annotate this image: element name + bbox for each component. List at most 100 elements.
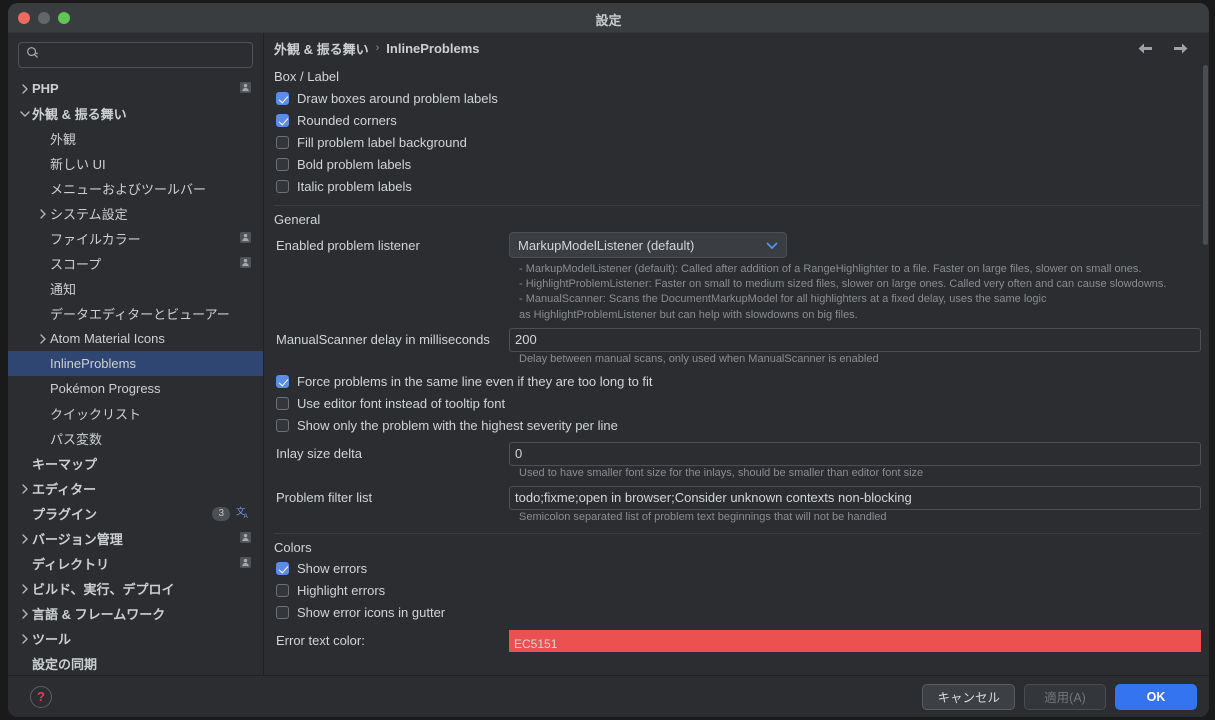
- section-title-box-label: Box / Label: [274, 69, 340, 84]
- settings-main-panel: 外観 & 振る舞い › InlineProblems Box / Label D…: [264, 33, 1209, 675]
- sidebar-item-label: エディター: [32, 482, 97, 497]
- checkbox-unchecked-icon[interactable]: [276, 419, 289, 433]
- sidebar-item-21[interactable]: 言語 & フレームワーク: [8, 601, 263, 626]
- chevron-right-icon[interactable]: [18, 608, 32, 619]
- enabled-problem-listener-row: Enabled problem listener MarkupModelList…: [274, 232, 1201, 258]
- sidebar-item-label: Pokémon Progress: [50, 381, 161, 396]
- ok-button[interactable]: OK: [1115, 683, 1197, 710]
- inlay-delta-input[interactable]: [509, 441, 1201, 466]
- checkbox-unchecked-icon[interactable]: [276, 584, 289, 598]
- sidebar-item-3[interactable]: 新しい UI: [8, 151, 263, 176]
- sidebar-item-5[interactable]: システム設定: [8, 201, 263, 226]
- problem-filter-label: Problem filter list: [276, 490, 373, 506]
- search-box[interactable]: [18, 42, 253, 68]
- settings-tree[interactable]: PHP 外観 & 振る舞い外観 新しい UI メニューおよびツールバー システム設定ファ…: [8, 74, 263, 675]
- listener-hint-line: - HighlightProblemListener: Faster on sm…: [519, 278, 1167, 291]
- checkbox-checked-icon[interactable]: [276, 562, 289, 576]
- sidebar-item-label: 外観 & 振る舞い: [32, 107, 127, 122]
- sidebar-item-1[interactable]: 外観 & 振る舞い: [8, 101, 263, 126]
- enabled-problem-listener-select[interactable]: MarkupModelListener (default): [509, 232, 787, 258]
- error-text-color-swatch[interactable]: EC5151: [509, 629, 1201, 652]
- sidebar-item-10[interactable]: Atom Material Icons: [8, 326, 263, 351]
- sidebar-item-12[interactable]: Pokémon Progress: [8, 376, 263, 401]
- chevron-down-icon[interactable]: [18, 110, 32, 118]
- box-label-checkbox-group: Draw boxes around problem labels Rounded …: [274, 87, 1201, 197]
- sidebar-item-label: 言語 & フレームワーク: [32, 607, 166, 622]
- project-scope-icon: [240, 81, 251, 96]
- checkbox-label: Show errors: [297, 561, 368, 577]
- sidebar-item-18[interactable]: バージョン管理: [8, 526, 263, 551]
- help-button[interactable]: ?: [30, 685, 52, 708]
- sidebar-item-6[interactable]: ファイルカラー: [8, 226, 263, 251]
- checkbox-unchecked-icon[interactable]: [276, 606, 289, 620]
- error-text-color-label: Error text color:: [276, 633, 365, 649]
- sidebar-item-15[interactable]: キーマップ: [8, 451, 263, 476]
- colors-checkbox-1[interactable]: Highlight errors: [274, 580, 1201, 602]
- sidebar-item-11[interactable]: InlineProblems: [8, 351, 263, 376]
- sidebar-item-8[interactable]: 通知: [8, 276, 263, 301]
- colors-checkbox-2[interactable]: Show error icons in gutter: [274, 602, 1201, 624]
- general-checkbox-2[interactable]: Show only the problem with the highest s…: [274, 415, 1201, 437]
- sidebar-item-label: Atom Material Icons: [50, 331, 165, 346]
- content-scrollbar[interactable]: [1203, 65, 1208, 245]
- general-checkbox-0[interactable]: Force problems in the same line even if …: [274, 371, 1201, 393]
- translate-icon: 文A: [236, 505, 251, 523]
- manual-delay-hint: Delay between manual scans, only used wh…: [519, 352, 879, 365]
- sidebar-item-14[interactable]: パス変数: [8, 426, 263, 451]
- box-label-checkbox-1[interactable]: Rounded corners: [274, 109, 1201, 131]
- box-label-checkbox-0[interactable]: Draw boxes around problem labels: [274, 87, 1201, 109]
- inlay-delta-hint: Used to have smaller font size for the i…: [519, 466, 924, 479]
- chevron-right-icon[interactable]: [36, 333, 50, 344]
- sidebar-item-0[interactable]: PHP: [8, 76, 263, 101]
- sidebar-item-9[interactable]: データエディターとビューアー: [8, 301, 263, 326]
- box-label-checkbox-4[interactable]: Italic problem labels: [274, 175, 1201, 197]
- listener-hint-line: - MarkupModelListener (default): Called …: [519, 263, 1142, 275]
- search-input[interactable]: [44, 48, 245, 62]
- manual-delay-input[interactable]: [509, 327, 1201, 352]
- checkbox-unchecked-icon[interactable]: [276, 135, 289, 149]
- sidebar-item-label: プラグイン: [32, 507, 98, 522]
- checkbox-checked-icon[interactable]: [276, 91, 289, 105]
- sidebar-item-20[interactable]: ビルド、実行、デプロイ: [8, 576, 263, 601]
- chevron-right-icon[interactable]: [18, 83, 32, 94]
- chevron-right-icon[interactable]: [18, 483, 32, 494]
- box-label-checkbox-3[interactable]: Bold problem labels: [274, 153, 1201, 175]
- chevron-right-icon[interactable]: [18, 533, 32, 544]
- chevron-right-icon[interactable]: [36, 208, 50, 219]
- sidebar-item-17[interactable]: プラグイン 3 文 A: [8, 501, 263, 526]
- sidebar-item-23[interactable]: 設定の同期: [8, 651, 263, 675]
- sidebar-item-label: メニューおよびツールバー: [50, 182, 207, 197]
- sidebar-item-2[interactable]: 外観: [8, 126, 263, 151]
- chevron-right-icon[interactable]: [18, 583, 32, 594]
- general-checkbox-1[interactable]: Use editor font instead of tooltip font: [274, 393, 1201, 415]
- checkbox-unchecked-icon[interactable]: [276, 157, 289, 171]
- divider: [274, 532, 1201, 534]
- project-scope-icon: [240, 556, 251, 571]
- problem-filter-input[interactable]: [509, 485, 1201, 510]
- listener-description: - MarkupModelListener (default): Called …: [519, 262, 1201, 323]
- checkbox-unchecked-icon[interactable]: [276, 179, 289, 193]
- sidebar-item-7[interactable]: スコープ: [8, 251, 263, 276]
- breadcrumb-parent[interactable]: 外観 & 振る舞い: [274, 39, 369, 58]
- cancel-button[interactable]: キャンセル: [922, 683, 1015, 710]
- checkbox-unchecked-icon[interactable]: [276, 397, 289, 411]
- apply-button[interactable]: 適用(A): [1024, 683, 1106, 710]
- sidebar-item-16[interactable]: エディター: [8, 476, 263, 501]
- chevron-right-icon[interactable]: [18, 633, 32, 644]
- colors-checkbox-0[interactable]: Show errors: [274, 558, 1201, 580]
- checkbox-checked-icon[interactable]: [276, 375, 289, 389]
- sidebar-item-13[interactable]: クイックリスト: [8, 401, 263, 426]
- checkbox-checked-icon[interactable]: [276, 113, 289, 127]
- sidebar-item-22[interactable]: ツール: [8, 626, 263, 651]
- sidebar-item-label: システム設定: [50, 207, 128, 222]
- back-arrow-icon[interactable]: [1137, 42, 1154, 55]
- box-label-checkbox-2[interactable]: Fill problem label background: [274, 131, 1201, 153]
- divider: [274, 205, 1201, 206]
- sidebar-item-4[interactable]: メニューおよびツールバー: [8, 176, 263, 201]
- sidebar-item-19[interactable]: ディレクトリ: [8, 551, 263, 576]
- forward-arrow-icon[interactable]: [1172, 42, 1189, 55]
- checkbox-label: Show error icons in gutter: [297, 605, 446, 621]
- enabled-problem-listener-label: Enabled problem listener: [276, 237, 420, 253]
- settings-content: Box / Label Draw boxes around problem la…: [264, 63, 1209, 675]
- checkbox-label: Draw boxes around problem labels: [297, 90, 498, 106]
